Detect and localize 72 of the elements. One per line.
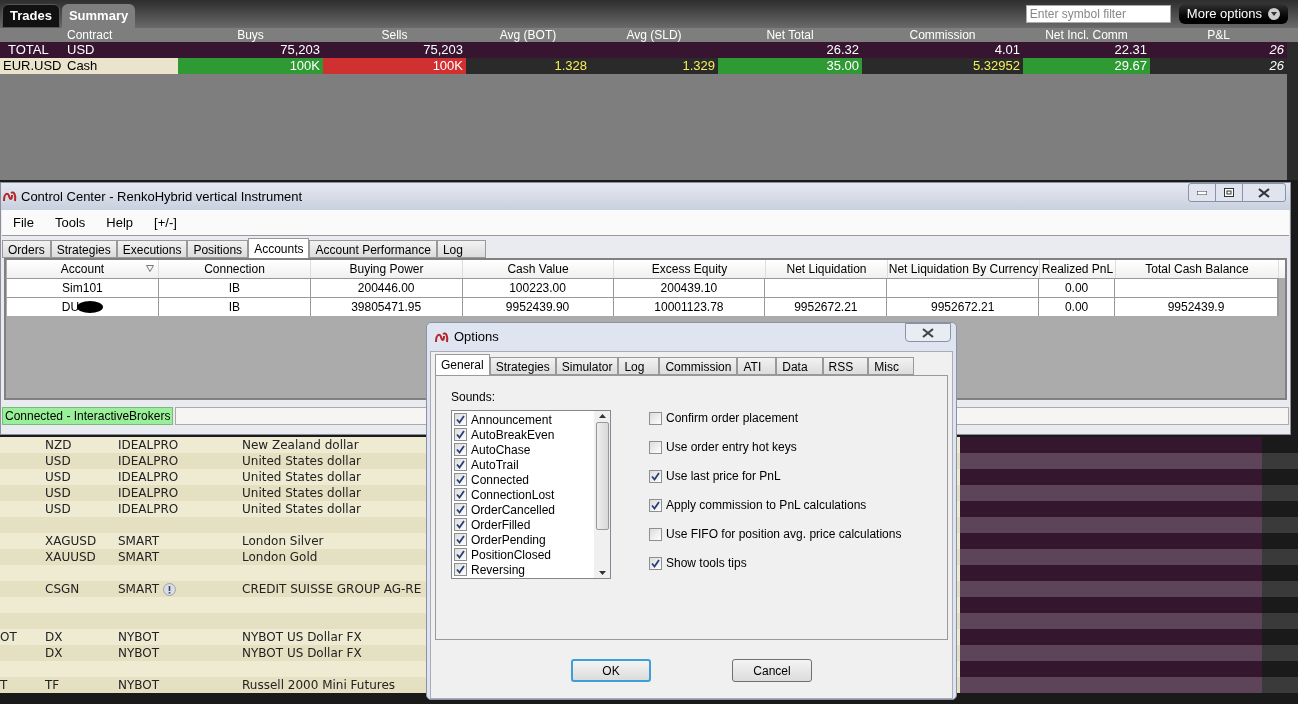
description-cell: New Zealand dollar <box>242 437 359 453</box>
setting-label: Use FIFO for position avg. price calculations <box>666 526 902 543</box>
table-cell: 9952672.21 <box>887 298 1040 316</box>
table-cell: IB <box>158 298 311 316</box>
setting-label: Show tools tips <box>666 555 747 572</box>
description-cell: United States dollar <box>242 501 361 517</box>
setting-label: Use last price for PnL <box>666 468 781 485</box>
description-cell: NYBOT US Dollar FX <box>242 645 362 661</box>
exchange-cell: IDEALPRO <box>118 501 179 517</box>
symbol-cell-text: TF <box>45 677 61 693</box>
value-cell: 75,203 <box>178 42 323 58</box>
symbol-cell-text: NZD <box>45 437 73 453</box>
table-cell: 0.00 <box>1039 298 1116 316</box>
window-title: Control Center - RenkoHybrid vertical Instrument <box>21 187 303 206</box>
contract-type: USD <box>67 42 95 58</box>
contract-type: Cash <box>67 58 98 74</box>
value-cell: 22.31 <box>1023 42 1150 58</box>
value-cell: 1.329 <box>590 58 718 74</box>
setting-label: Confirm order placement <box>666 410 799 427</box>
dialog-title: Options <box>454 328 499 347</box>
value-cell: 26 <box>1150 58 1287 74</box>
description-cell: United States dollar <box>242 453 361 469</box>
description-cell: London Gold <box>242 549 318 565</box>
description-cell: London Silver <box>242 533 324 549</box>
table-cell-text: T <box>0 677 9 693</box>
symbol-cell-text: USD <box>45 453 72 469</box>
symbol-cell-text: XAGUSD <box>45 533 98 549</box>
sounds-label: Sounds: <box>451 389 497 406</box>
connection-status: Connected - InteractiveBrokers <box>2 407 174 425</box>
symbol-cell-text: USD <box>45 469 72 485</box>
contract-symbol: TOTAL <box>8 42 50 58</box>
value-cell: 35.00 <box>718 58 862 74</box>
symbol-cell-text: USD <box>45 485 72 501</box>
table-cell: 9952439.9 <box>1115 298 1278 316</box>
value-cell: 26 <box>1150 42 1287 58</box>
table-cell: DU <box>7 298 159 316</box>
value-cell: 26.32 <box>718 42 862 58</box>
value-cell: 100K <box>178 58 323 74</box>
description-cell: United States dollar <box>242 485 361 501</box>
symbol-cell-text: DX <box>45 629 64 645</box>
symbol-cell-text: DX <box>45 645 64 661</box>
exchange-cell: NYBOT <box>118 645 160 661</box>
value-cell: 4.01 <box>862 42 1023 58</box>
exchange-cell: IDEALPRO <box>118 453 179 469</box>
symbol-cell-text: USD <box>45 501 72 517</box>
exchange-cell: IDEALPRO <box>118 437 179 453</box>
exchange-cell: NYBOT <box>118 629 160 645</box>
description-cell: United States dollar <box>242 469 361 485</box>
exchange-cell: IDEALPRO <box>118 485 179 501</box>
table-cell: 39805471.95 <box>310 298 463 316</box>
value-cell: 75,203 <box>323 42 466 58</box>
setting-label: Use order entry hot keys <box>666 439 797 456</box>
contract-symbol: EUR.USD <box>3 58 63 74</box>
value-cell: 100K <box>323 58 466 74</box>
value-cell: 29.67 <box>1023 58 1150 74</box>
exchange-cell: SMART <box>118 581 159 597</box>
symbol-cell-text: CSGN <box>45 581 81 597</box>
setting-label: Apply commission to PnL calculations <box>666 497 867 514</box>
table-cell: 9952439.90 <box>462 298 614 316</box>
description-cell: NYBOT US Dollar FX <box>242 629 362 645</box>
value-cell: 5.32952 <box>862 58 1023 74</box>
table-cell: 10001123.78 <box>613 298 766 316</box>
exchange-cell: SMART <box>118 533 159 549</box>
symbol-cell-text: XAUUSD <box>45 549 97 565</box>
exchange-cell: NYBOT <box>118 677 160 693</box>
exchange-cell: SMART <box>118 549 159 565</box>
description-cell: CREDIT SUISSE GROUP AG-RE <box>242 581 422 597</box>
description-cell: Russell 2000 Mini Futures <box>242 677 396 693</box>
exchange-cell: IDEALPRO <box>118 469 179 485</box>
table-cell: 9952672.21 <box>765 298 888 316</box>
value-cell: 1.328 <box>466 58 590 74</box>
table-cell-text: OT <box>0 629 18 645</box>
